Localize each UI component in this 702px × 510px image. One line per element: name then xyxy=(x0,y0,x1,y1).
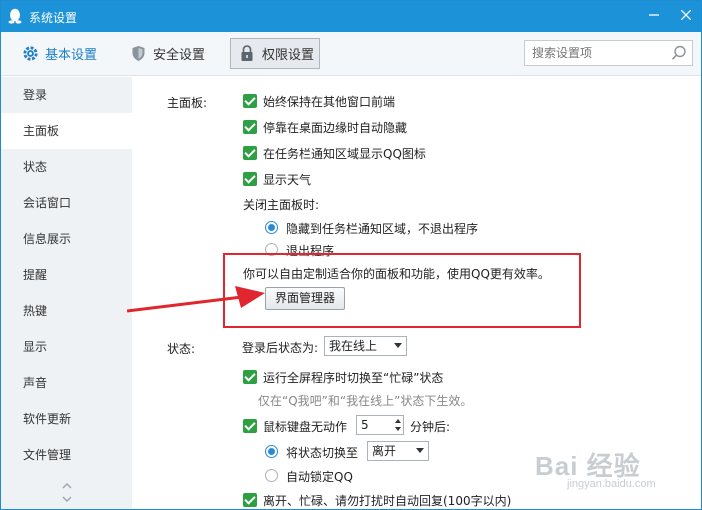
option-switch-status[interactable]: 将状态切换至 xyxy=(286,444,358,461)
shield-icon xyxy=(129,45,147,63)
idle-minutes-value: 5 xyxy=(361,418,369,432)
minimize-button[interactable] xyxy=(639,1,669,32)
option-auto-hide[interactable]: 停靠在桌面边缘时自动隐藏 xyxy=(263,119,407,136)
option-idle[interactable]: 鼠标键盘无动作 xyxy=(263,418,347,435)
sidebar-item-sound[interactable]: 声音 xyxy=(1,365,132,401)
watermark-sub: jingyan.baidu.com xyxy=(567,478,656,490)
option-hide-to-tray[interactable]: 隐藏到任务栏通知区域，不退出程序 xyxy=(286,220,478,237)
tab-basic-settings[interactable]: 基本设置 xyxy=(21,38,97,69)
chevron-down-icon xyxy=(416,448,424,453)
settings-sidebar: 登录 主面板 状态 会话窗口 信息展示 提醒 热键 显示 声音 软件更新 文件管… xyxy=(1,77,132,509)
sidebar-item-hotkeys[interactable]: 热键 xyxy=(1,293,132,329)
settings-window: 系统设置 基本设置 安全设置 权限设置 搜索设置项 登录 主面板 状态 会话窗口… xyxy=(0,0,702,510)
qq-penguin-icon xyxy=(8,8,22,24)
baidu-watermark: Bai 经验 jingyan.baidu.com xyxy=(535,446,695,494)
checkbox-idle[interactable] xyxy=(243,419,257,433)
radio-hide-to-tray[interactable] xyxy=(265,221,278,234)
option-show-weather[interactable]: 显示天气 xyxy=(263,171,311,188)
checkbox-always-on-top[interactable] xyxy=(243,94,257,108)
settings-toolbar: 基本设置 安全设置 权限设置 xyxy=(1,32,701,76)
close-panel-label: 关闭主面板时: xyxy=(243,198,320,212)
stepper-down-icon[interactable] xyxy=(395,427,401,431)
sidebar-item-info-display[interactable]: 信息展示 xyxy=(1,221,132,257)
checkbox-tray-icon[interactable] xyxy=(243,146,257,160)
sidebar-scroll-down-icon[interactable] xyxy=(59,493,75,507)
tab-permission-settings[interactable]: 权限设置 xyxy=(230,38,320,69)
option-tray-icon[interactable]: 在任务栏通知区域显示QQ图标 xyxy=(263,145,426,162)
tab-permission-settings-label: 权限设置 xyxy=(262,48,315,63)
sidebar-item-software-update[interactable]: 软件更新 xyxy=(1,401,132,437)
main-panel-section-label: 主面板: xyxy=(167,96,208,110)
stepper-up-icon[interactable] xyxy=(395,419,401,423)
tab-security-settings[interactable]: 安全设置 xyxy=(129,38,205,69)
close-icon xyxy=(680,9,692,21)
checkbox-show-weather[interactable] xyxy=(243,172,257,186)
gear-icon xyxy=(21,45,39,63)
sidebar-item-reminder[interactable]: 提醒 xyxy=(1,257,132,293)
checkbox-fullscreen-busy[interactable] xyxy=(243,370,257,384)
idle-status-select[interactable]: 离开 xyxy=(367,441,429,461)
sidebar-item-status[interactable]: 状态 xyxy=(1,149,132,185)
idle-minutes-suffix: 分钟后: xyxy=(410,420,451,434)
checkbox-auto-hide[interactable] xyxy=(243,120,257,134)
idle-minutes-stepper[interactable]: 5 xyxy=(356,415,404,435)
search-input[interactable] xyxy=(525,41,665,65)
annotation-arrow-icon xyxy=(127,286,265,313)
idle-status-value: 离开 xyxy=(372,444,397,458)
sidebar-item-display[interactable]: 显示 xyxy=(1,329,132,365)
annotation-highlight-box xyxy=(223,253,581,328)
settings-search-box[interactable] xyxy=(524,40,693,66)
minimize-icon xyxy=(649,14,659,16)
close-button[interactable] xyxy=(671,1,701,32)
sidebar-item-main-panel[interactable]: 主面板 xyxy=(1,113,132,149)
sidebar-item-login[interactable]: 登录 xyxy=(1,77,132,113)
after-login-status-value: 我在线上 xyxy=(329,339,378,353)
fullscreen-note: 仅在“Q我吧”和“我在线上”状态下生效。 xyxy=(258,394,473,408)
title-bar[interactable]: 系统设置 xyxy=(1,1,701,32)
window-title: 系统设置 xyxy=(29,11,78,25)
lock-icon xyxy=(238,45,256,63)
status-section-label: 状态: xyxy=(167,342,196,356)
option-fullscreen-busy[interactable]: 运行全屏程序时切换至“忙碌”状态 xyxy=(263,369,443,386)
option-auto-reply[interactable]: 离开、忙碌、请勿打扰时自动回复(100字以内) xyxy=(263,492,511,509)
option-auto-lock[interactable]: 自动锁定QQ xyxy=(286,468,353,485)
radio-auto-lock[interactable] xyxy=(265,469,278,482)
option-always-on-top[interactable]: 始终保持在其他窗口前端 xyxy=(263,93,395,110)
radio-switch-status[interactable] xyxy=(265,445,278,458)
sidebar-item-chat-window[interactable]: 会话窗口 xyxy=(1,185,132,221)
tab-basic-settings-label: 基本设置 xyxy=(45,48,98,63)
tab-security-settings-label: 安全设置 xyxy=(153,48,206,63)
checkbox-auto-reply[interactable] xyxy=(243,493,257,507)
sidebar-item-file-management[interactable]: 文件管理 xyxy=(1,437,132,473)
chevron-down-icon xyxy=(394,343,402,348)
sidebar-scroll-up-icon[interactable] xyxy=(59,479,75,493)
search-icon[interactable] xyxy=(670,44,688,62)
after-login-status-select[interactable]: 我在线上 xyxy=(324,336,407,356)
after-login-status-label: 登录后状态为: xyxy=(242,341,319,355)
